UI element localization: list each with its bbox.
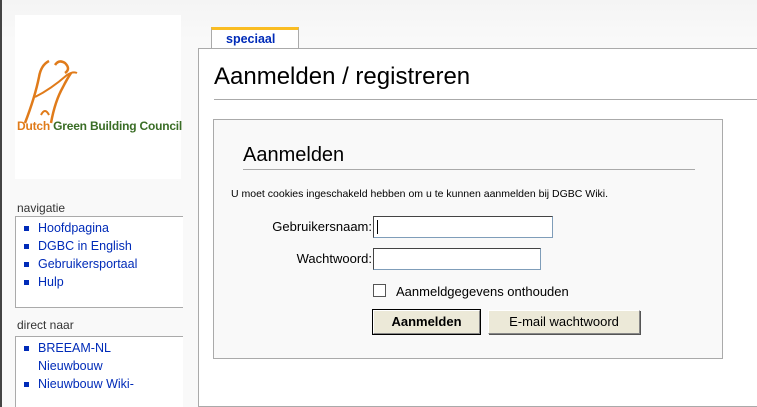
remember-me-checkbox[interactable]	[373, 284, 386, 297]
remember-me-row: Aanmeldgegevens onthouden	[373, 284, 569, 299]
direct-link-breeam-nl[interactable]: BREEAM-NL	[38, 341, 111, 355]
logo-text: Dutch Green Building Council	[17, 119, 182, 133]
logo-text-dutch: Dutch	[17, 119, 50, 133]
direct-list: BREEAM-NL Nieuwbouw Nieuwbouw Wiki-	[16, 337, 183, 393]
nav-item-hulp: Hulp	[16, 273, 183, 291]
login-title: Aanmelden	[243, 144, 345, 166]
tab-speciaal[interactable]: speciaal	[211, 27, 299, 49]
nav-link-gebruikersportaal[interactable]: Gebruikersportaal	[38, 257, 137, 271]
password-label: Wachtwoord:	[296, 251, 372, 266]
text-caret	[377, 220, 378, 234]
direct-item-nieuwbouw-wiki: Nieuwbouw Wiki-	[16, 375, 183, 393]
portlet-navigatie: Hoofdpagina DGBC in English Gebruikerspo…	[15, 216, 183, 308]
direct-link-nieuwbouw-wiki[interactable]: Nieuwbouw Wiki-	[38, 377, 134, 391]
nav-link-hoofdpagina[interactable]: Hoofdpagina	[38, 221, 109, 235]
nav-item-hoofdpagina: Hoofdpagina	[16, 219, 183, 237]
page-title: Aanmelden / registreren	[214, 63, 471, 90]
email-password-button[interactable]: E-mail wachtwoord	[488, 310, 640, 334]
password-field[interactable]	[373, 248, 541, 270]
remember-me-label[interactable]: Aanmeldgegevens onthouden	[396, 284, 569, 299]
main-content: Aanmelden / registreren Aanmelden U moet…	[198, 48, 757, 407]
portlet-navigatie-title: navigatie	[17, 201, 66, 215]
direct-item-breeam-nl-nieuwbouw: BREEAM-NL Nieuwbouw	[16, 339, 183, 375]
nav-link-dgbc-in-english[interactable]: DGBC in English	[38, 239, 132, 253]
window-left-border	[0, 0, 2, 407]
site-logo[interactable]: Dutch Green Building Council	[15, 15, 182, 179]
cookie-notice: U moet cookies ingeschakeld hebben om u …	[231, 188, 609, 200]
navigatie-list: Hoofdpagina DGBC in English Gebruikerspo…	[16, 217, 183, 291]
portlet-direct: BREEAM-NL Nieuwbouw Nieuwbouw Wiki-	[15, 336, 183, 407]
username-label: Gebruikersnaam:	[272, 219, 372, 234]
username-field[interactable]	[373, 216, 553, 238]
logo-text-rest: Green Building Council	[50, 119, 183, 133]
heading-divider	[214, 99, 757, 100]
nav-link-hulp[interactable]: Hulp	[38, 275, 64, 289]
portlet-direct-title: direct naar	[17, 318, 74, 332]
login-button[interactable]: Aanmelden	[372, 309, 481, 335]
nav-item-dgbc-in-english: DGBC in English	[16, 237, 183, 255]
direct-link-nieuwbouw[interactable]: Nieuwbouw	[38, 359, 103, 373]
login-title-divider	[243, 169, 695, 170]
page: Dutch Green Building Council navigatie H…	[0, 0, 757, 407]
login-form: Aanmelden U moet cookies ingeschakeld he…	[213, 119, 723, 359]
dgbc-logo-figure-icon	[23, 59, 78, 124]
nav-item-gebruikersportaal: Gebruikersportaal	[16, 255, 183, 273]
